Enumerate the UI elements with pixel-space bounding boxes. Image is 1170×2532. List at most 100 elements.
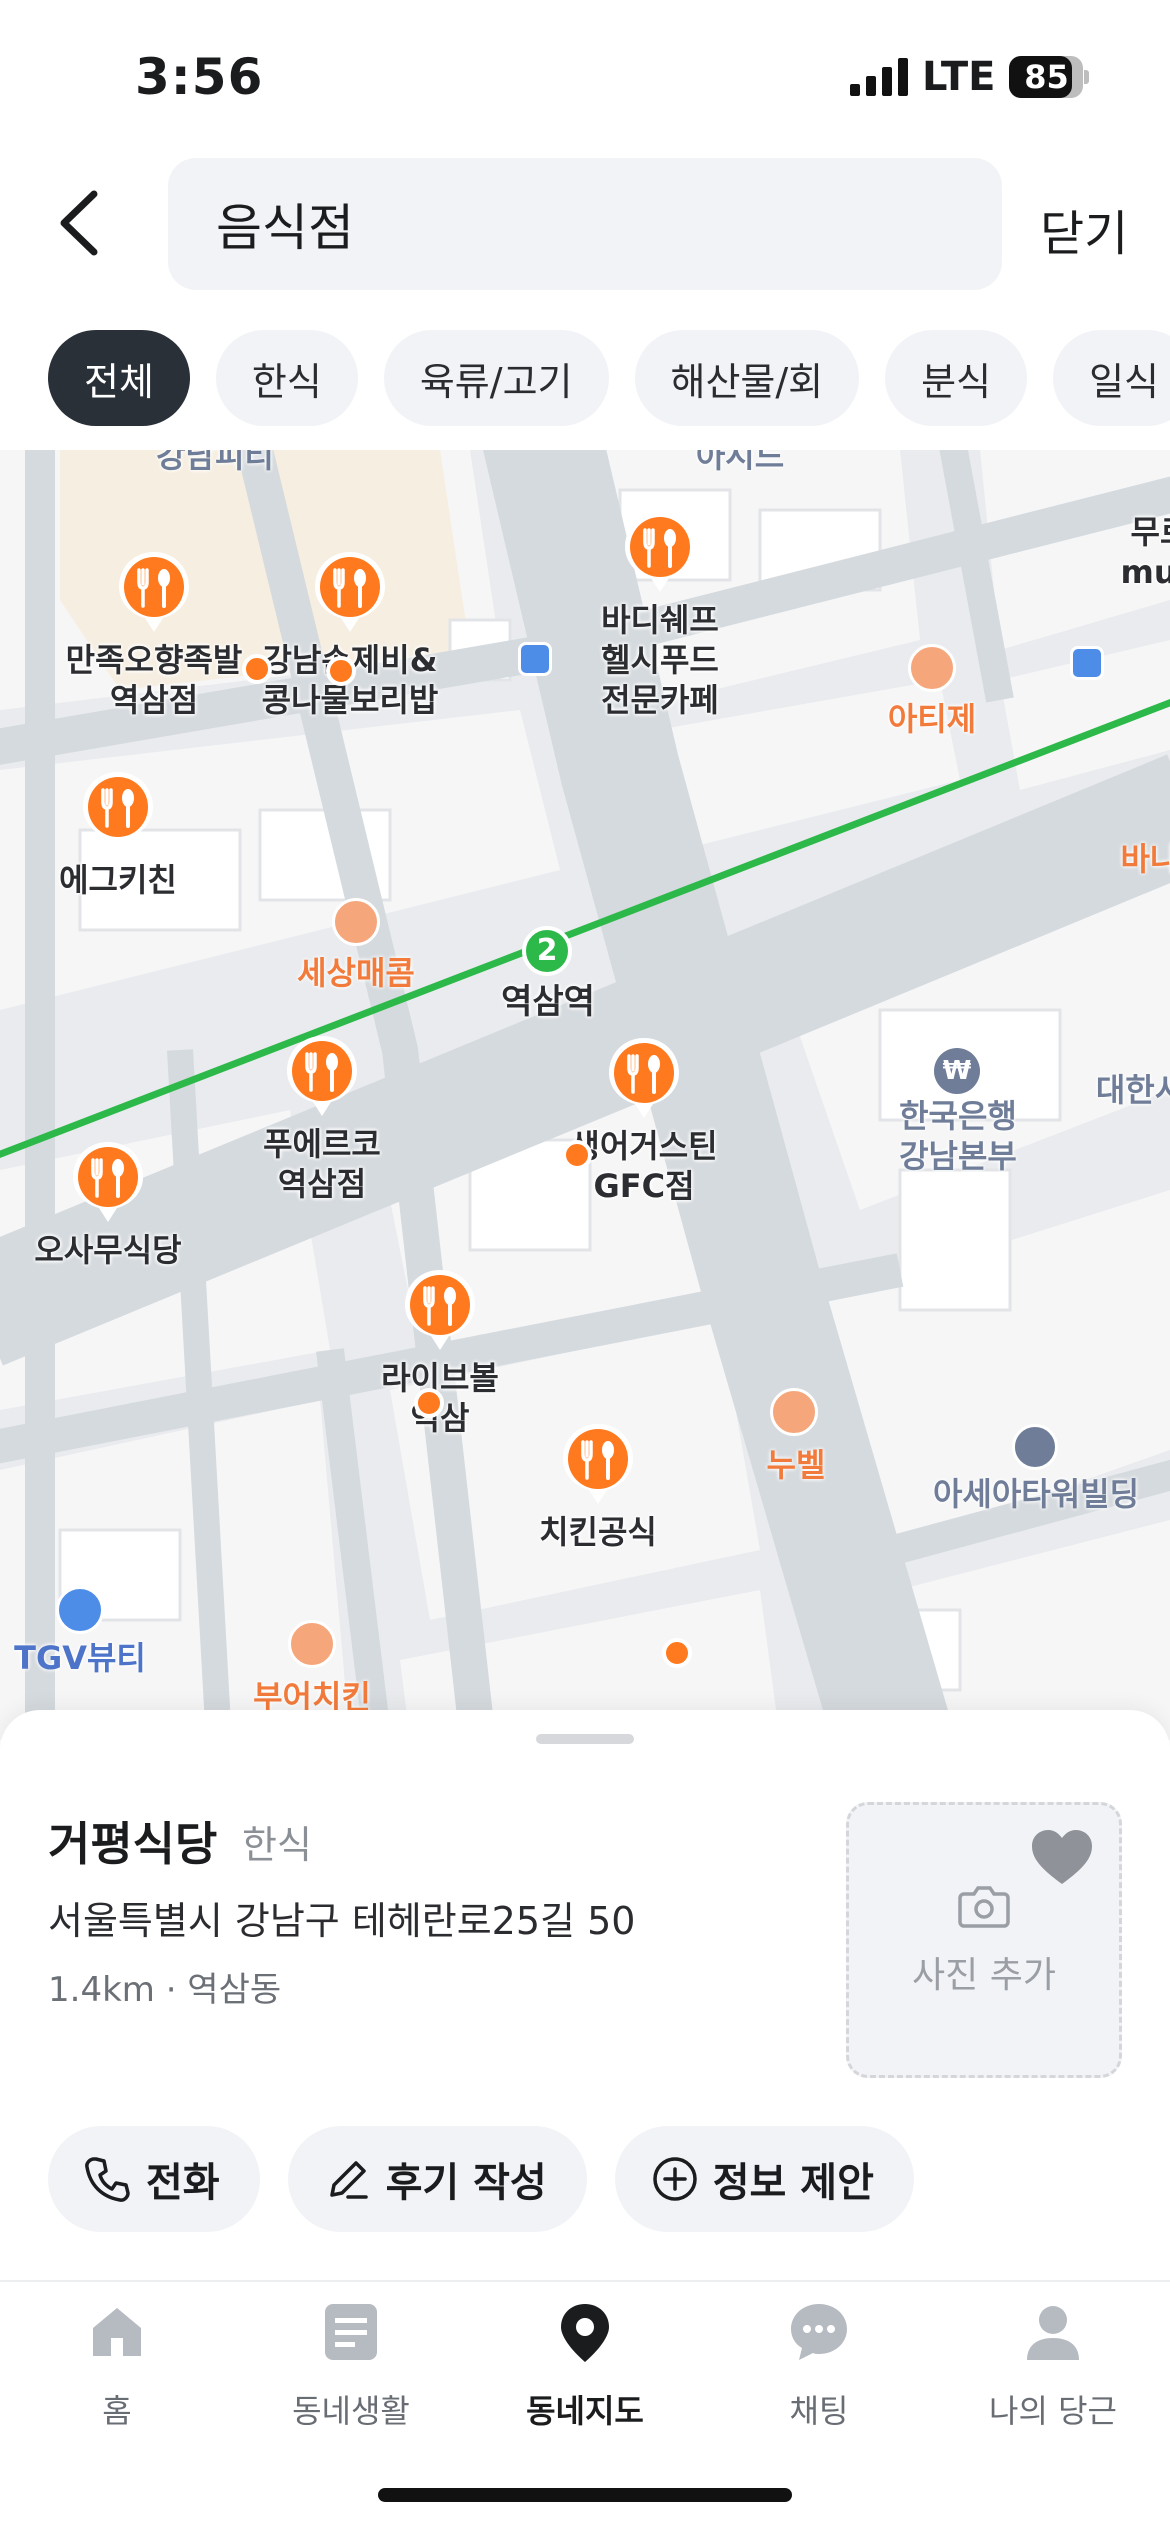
map-pin-icon [561, 2304, 609, 2362]
restaurant-pin[interactable] [403, 1268, 477, 1352]
small-restaurant-pin[interactable] [288, 1620, 336, 1668]
chip-all[interactable]: 전체 [48, 330, 190, 426]
fork-spoon-icon [563, 1424, 633, 1504]
camera-icon [958, 1886, 1010, 1928]
small-restaurant-pin[interactable] [332, 898, 380, 946]
restaurant-label: 에그키친 [59, 861, 177, 899]
chip-korean[interactable]: 한식 [215, 330, 358, 426]
bus-stop-icon[interactable] [1070, 646, 1104, 680]
chip-seafood[interactable]: 해산물/회 [634, 330, 860, 426]
restaurant-pin[interactable] [313, 550, 387, 634]
restaurant-pin[interactable] [81, 770, 155, 854]
tab-chat[interactable]: 채팅 [702, 2300, 936, 2440]
map-dot[interactable] [326, 656, 356, 686]
bank-icon[interactable]: ₩ [934, 1048, 980, 1094]
small-place-label: 세상매콤 [297, 954, 415, 992]
restaurant-pin[interactable] [71, 1140, 145, 1224]
fork-spoon-icon [287, 1036, 357, 1116]
add-photo-label: 사진 추가 [912, 1955, 1056, 1996]
write-review-button[interactable]: 후기 작성 [287, 2126, 587, 2232]
chat-icon [791, 2304, 847, 2360]
sheet-handle[interactable] [536, 1734, 634, 1744]
map-dot[interactable] [662, 1638, 692, 1668]
fork-spoon-icon [405, 1270, 475, 1350]
subway-line-badge[interactable]: 2 [522, 926, 572, 976]
poi-label: 아세아타워빌딩 [932, 1475, 1140, 1513]
tab-profile-label: 나의 당근 [989, 2392, 1117, 2430]
beauty-icon[interactable] [56, 1586, 104, 1634]
fork-spoon-icon [73, 1142, 143, 1222]
tab-community-label: 동네생활 [292, 2392, 410, 2430]
action-row: 전화 후기 작성 정보 제안 [48, 2126, 914, 2232]
restaurant-label: 바디쉐프 헬시푸드 전문카페 [601, 601, 719, 719]
small-restaurant-pin[interactable] [770, 1388, 818, 1436]
restaurant-pin[interactable] [285, 1034, 359, 1118]
poi-label: 한국은행 강남본부 [899, 1097, 1017, 1175]
heart-icon[interactable] [1030, 1828, 1094, 1886]
tab-my-karrot[interactable]: 나의 당근 [936, 2300, 1170, 2440]
restaurant-pin[interactable] [607, 1036, 681, 1120]
battery-percent: 85 [1024, 58, 1069, 96]
restaurant-label: 푸에르코 역삼점 [263, 1125, 381, 1203]
tab-home-label: 홈 [102, 2392, 132, 2430]
pencil-icon [329, 2161, 368, 2199]
category-chips: 전체 한식 육류/고기 해산물/회 분식 일식 [48, 330, 1170, 426]
home-icon [93, 2308, 141, 2356]
signal-icon [850, 58, 908, 96]
restaurant-label: 오사무식당 [34, 1231, 182, 1269]
profile-icon [1027, 2306, 1079, 2360]
call-label: 전화 [146, 2160, 220, 2206]
search-query: 음식점 [216, 199, 354, 257]
status-time: 3:56 [135, 48, 264, 106]
map-view[interactable]: 2 역삼역 강남피티 아시드 무르 muu 만족오향족발 역삼점강남손제비& 콩… [0, 450, 1170, 1740]
close-button[interactable]: 닫기 [1040, 194, 1128, 264]
fork-spoon-icon [83, 772, 153, 852]
community-icon [325, 2304, 377, 2360]
restaurant-label: 생어거스틴 GFC점 [570, 1127, 718, 1205]
tab-community[interactable]: 동네생활 [234, 2300, 468, 2440]
small-cafe-pin[interactable] [908, 644, 956, 692]
network-label: LTE [922, 54, 996, 100]
plus-circle-icon [653, 2157, 697, 2201]
search-input[interactable]: 음식점 [168, 158, 1002, 290]
chip-japanese[interactable]: 일식 [1053, 330, 1170, 426]
fork-spoon-icon [315, 552, 385, 632]
chip-meat[interactable]: 육류/고기 [383, 330, 609, 426]
map-label-asid: 아시드 [695, 450, 785, 475]
back-button[interactable] [50, 188, 110, 268]
place-name[interactable]: 거평식당 [48, 1808, 217, 1874]
map-label-gangnampt: 강남피티 [156, 450, 274, 475]
battery-icon: 85 [1009, 56, 1090, 98]
restaurant-pin[interactable] [623, 510, 697, 594]
place-category: 한식 [242, 1823, 312, 1867]
map-dot[interactable] [414, 1388, 444, 1418]
poi-label: TGV뷰티 [14, 1639, 146, 1677]
suggest-info-label: 정보 제안 [712, 2160, 874, 2206]
poi-label: 대한시 [1095, 1071, 1170, 1109]
bus-stop-icon[interactable] [518, 642, 552, 676]
tab-neighborhood-map[interactable]: 동네지도 [468, 2300, 702, 2440]
place-distance: 1.4km · 역삼동 [48, 1970, 282, 2010]
map-label-muu: 무르 muu [1120, 513, 1170, 591]
restaurant-pin[interactable] [561, 1422, 635, 1506]
tab-home[interactable]: 홈 [0, 2300, 234, 2440]
suggest-info-button[interactable]: 정보 제안 [614, 2126, 914, 2232]
phone-icon [85, 2157, 130, 2202]
building-icon[interactable] [1012, 1424, 1058, 1470]
fork-spoon-icon [625, 512, 695, 592]
tab-chat-label: 채팅 [789, 2392, 849, 2430]
station-label: 역삼역 [501, 982, 595, 1022]
restaurant-label: 만족오향족발 역삼점 [65, 641, 243, 719]
tab-map-label: 동네지도 [526, 2392, 644, 2430]
chevron-left-icon [60, 190, 98, 256]
place-address: 서울특별시 강남구 테헤란로25길 50 [48, 1899, 636, 1943]
fork-spoon-icon [119, 552, 189, 632]
call-button[interactable]: 전화 [48, 2126, 260, 2232]
status-indicators: LTE 85 [850, 52, 1090, 102]
restaurant-label: 치킨공식 [539, 1513, 657, 1551]
restaurant-pin[interactable] [117, 550, 191, 634]
map-dot[interactable] [562, 1140, 592, 1170]
chip-snack[interactable]: 분식 [885, 330, 1028, 426]
small-place-label: 바나 [1120, 840, 1170, 878]
map-dot[interactable] [242, 654, 272, 684]
